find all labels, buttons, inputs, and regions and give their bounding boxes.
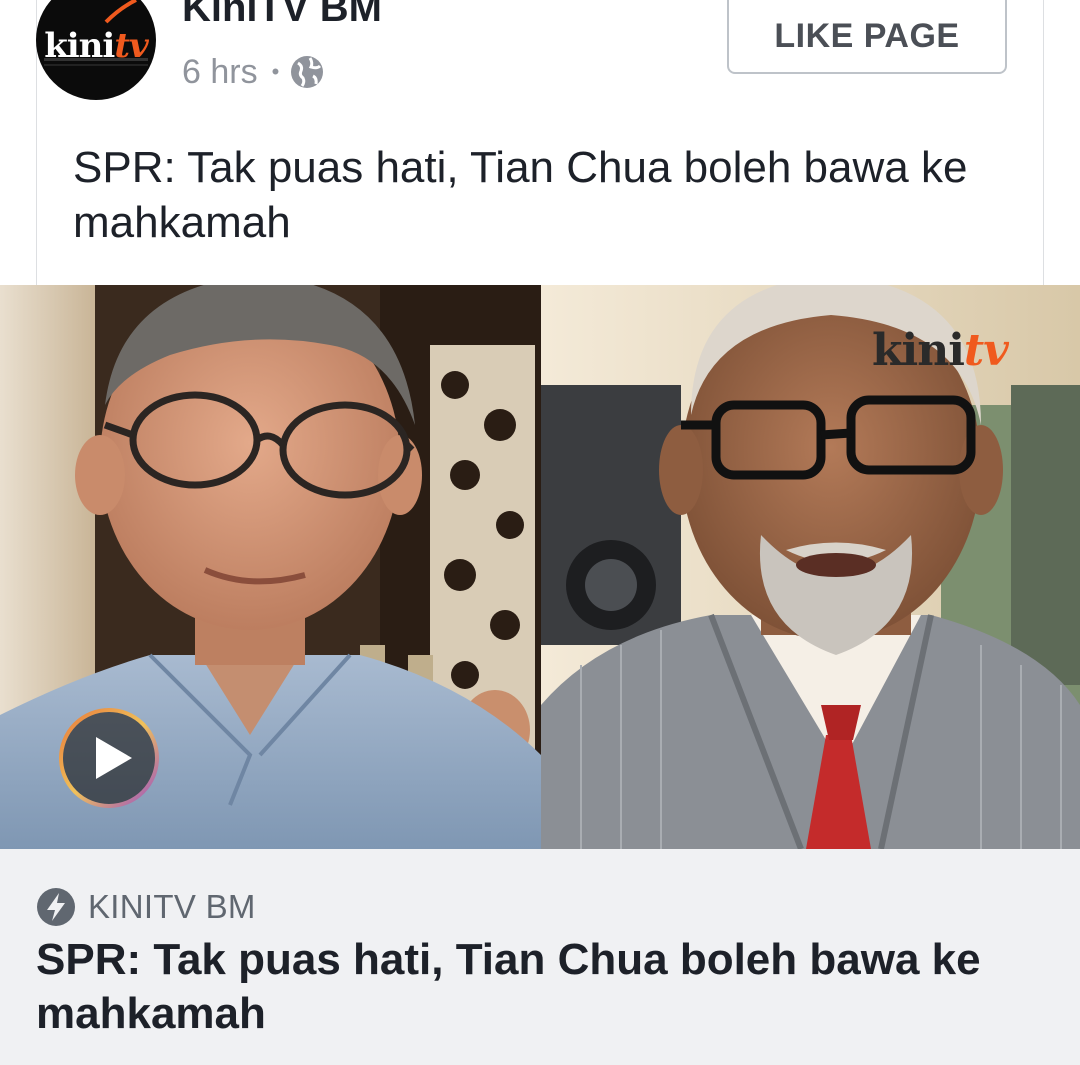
- link-preview[interactable]: KINITV BM SPR: Tak puas hati, Tian Chua …: [0, 849, 1080, 1065]
- link-title[interactable]: SPR: Tak puas hati, Tian Chua boleh bawa…: [36, 933, 1046, 1041]
- post-meta: 6 hrs •: [182, 50, 325, 94]
- post-timestamp[interactable]: 6 hrs: [182, 53, 258, 92]
- avatar-logo: kinitv: [38, 26, 154, 66]
- facebook-post-screen: kinitv KiniTV BM 6 hrs • LIKE PAGE SPR: …: [0, 0, 1080, 1065]
- link-source-label: KINITV BM: [88, 888, 256, 925]
- avatar-logo-accent: tv: [114, 26, 148, 66]
- link-source-row: KINITV BM: [36, 887, 256, 927]
- lightning-bolt-icon: [37, 888, 75, 926]
- like-page-button[interactable]: LIKE PAGE: [727, 0, 1007, 74]
- kinitv-watermark: kinitv: [872, 325, 1009, 376]
- watermark-main: kini: [872, 325, 965, 376]
- avatar-logo-main: kini: [44, 26, 115, 66]
- play-video-button[interactable]: [56, 705, 162, 811]
- post-text: SPR: Tak puas hati, Tian Chua boleh bawa…: [73, 143, 968, 247]
- globe-icon[interactable]: [289, 54, 325, 90]
- page-name-link[interactable]: KiniTV BM: [182, 0, 382, 31]
- watermark-accent: tv: [963, 325, 1009, 376]
- page-avatar[interactable]: kinitv: [36, 0, 156, 100]
- meta-separator: •: [271, 59, 280, 84]
- play-icon: [59, 708, 159, 808]
